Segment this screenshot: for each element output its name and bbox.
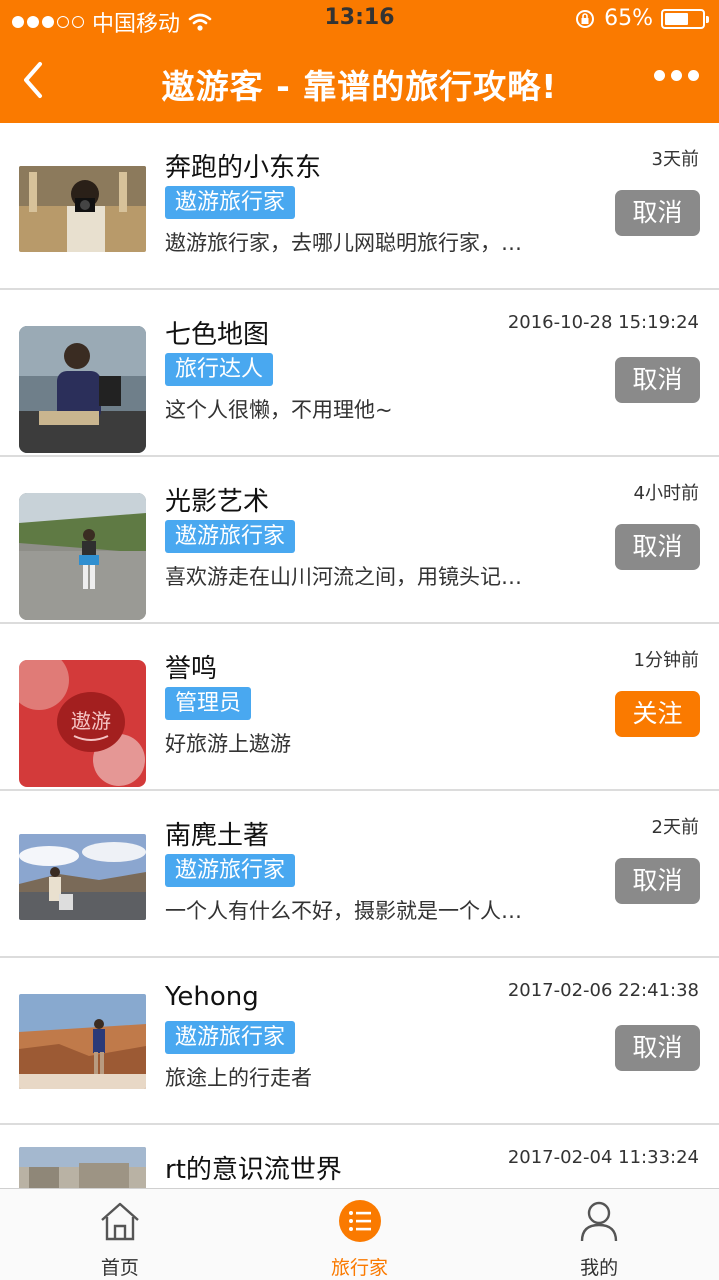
cancel-follow-button[interactable]: 取消 xyxy=(615,357,700,403)
tab-mine[interactable]: 我的 xyxy=(479,1189,719,1280)
tab-home-label: 首页 xyxy=(100,1257,139,1279)
role-badge: 遨游旅行家 xyxy=(165,1021,296,1054)
list-item[interactable]: rt的意识流世界 2017-02-04 11:33:24 xyxy=(0,1125,719,1188)
avatar xyxy=(19,166,146,252)
timestamp: 2016-10-28 15:19:24 xyxy=(507,312,699,333)
battery-icon xyxy=(661,8,709,29)
list-item[interactable]: 奔跑的小东东 遨游旅行家 遨游旅行家，去哪儿网聪明旅行家，… 3天前 取消 xyxy=(0,123,719,290)
traveler-bio: 这个人很懒，不用理他~ xyxy=(165,398,393,422)
list-item[interactable]: 南麂土著 遨游旅行家 一个人有什么不好，摄影就是一个人… 2天前 取消 xyxy=(0,791,719,958)
cancel-follow-button[interactable]: 取消 xyxy=(615,190,700,236)
list-item[interactable]: 遨游 誉鸣 管理员 好旅游上遨游 1分钟前 关注 xyxy=(0,624,719,791)
tab-travelers[interactable]: 旅行家 xyxy=(240,1189,480,1280)
traveler-name: 奔跑的小东东 xyxy=(165,153,322,183)
timestamp: 2天前 xyxy=(651,817,699,838)
list-icon xyxy=(338,1200,381,1242)
more-icon[interactable] xyxy=(654,70,699,81)
timestamp: 3天前 xyxy=(651,149,699,170)
top-bar: 中国移动 13:16 65% 遨游客 - 靠谱的旅行攻略! xyxy=(0,0,719,123)
avatar xyxy=(19,834,146,920)
cancel-follow-button[interactable]: 取消 xyxy=(615,524,700,570)
traveler-name: 誉鸣 xyxy=(165,654,218,684)
tab-bar: 首页 旅行家 我的 xyxy=(0,1188,719,1280)
traveler-bio: 喜欢游走在山川河流之间，用镜头记… xyxy=(165,565,522,589)
timestamp: 2017-02-04 11:33:24 xyxy=(507,1147,699,1168)
cancel-follow-button[interactable]: 取消 xyxy=(615,1025,700,1071)
user-icon xyxy=(580,1201,618,1242)
traveler-bio: 一个人有什么不好，摄影就是一个人… xyxy=(165,899,522,923)
traveler-name: 南麂土著 xyxy=(165,821,270,851)
list-item[interactable]: Yehong 遨游旅行家 旅途上的行走者 2017-02-06 22:41:38… xyxy=(0,958,719,1125)
tab-mine-label: 我的 xyxy=(580,1257,619,1279)
traveler-bio: 遨游旅行家，去哪儿网聪明旅行家，… xyxy=(165,231,522,255)
avatar xyxy=(19,1147,146,1188)
follow-button[interactable]: 关注 xyxy=(615,691,700,737)
avatar xyxy=(19,994,146,1089)
list-item[interactable]: 光影艺术 遨游旅行家 喜欢游走在山川河流之间，用镜头记… 4小时前 取消 xyxy=(0,457,719,624)
avatar: 遨游 xyxy=(19,660,146,787)
page-title: 遨游客 - 靠谱的旅行攻略! xyxy=(161,67,558,106)
avatar xyxy=(19,326,146,453)
status-right: 65% xyxy=(574,6,709,31)
role-badge: 遨游旅行家 xyxy=(165,854,296,887)
timestamp: 2017-02-06 22:41:38 xyxy=(507,980,699,1001)
rotation-lock-icon xyxy=(576,9,595,28)
traveler-bio: 好旅游上遨游 xyxy=(165,732,291,756)
timestamp: 4小时前 xyxy=(633,483,699,504)
role-badge: 旅行达人 xyxy=(165,353,274,386)
cancel-follow-button[interactable]: 取消 xyxy=(615,858,700,904)
list-item[interactable]: 七色地图 旅行达人 这个人很懒，不用理他~ 2016-10-28 15:19:2… xyxy=(0,290,719,457)
tab-home[interactable]: 首页 xyxy=(0,1189,240,1280)
avatar-logo-text: 遨游 xyxy=(71,709,111,733)
home-icon xyxy=(101,1202,139,1241)
traveler-bio: 旅途上的行走者 xyxy=(165,1066,312,1090)
timestamp: 1分钟前 xyxy=(633,650,699,671)
avatar xyxy=(19,493,146,620)
traveler-name: rt的意识流世界 xyxy=(165,1155,342,1185)
traveler-list: 奔跑的小东东 遨游旅行家 遨游旅行家，去哪儿网聪明旅行家，… 3天前 取消 七色… xyxy=(0,123,719,1188)
status-bar: 中国移动 13:16 65% xyxy=(0,0,719,40)
battery-percent: 65% xyxy=(604,6,653,31)
role-badge: 遨游旅行家 xyxy=(165,186,296,219)
traveler-name: 光影艺术 xyxy=(165,487,270,517)
nav-bar: 遨游客 - 靠谱的旅行攻略! xyxy=(0,40,719,123)
role-badge: 管理员 xyxy=(165,687,252,720)
tab-travelers-label: 旅行家 xyxy=(331,1257,389,1279)
traveler-name: 七色地图 xyxy=(165,320,270,350)
traveler-name: Yehong xyxy=(165,982,259,1012)
role-badge: 遨游旅行家 xyxy=(165,520,296,553)
